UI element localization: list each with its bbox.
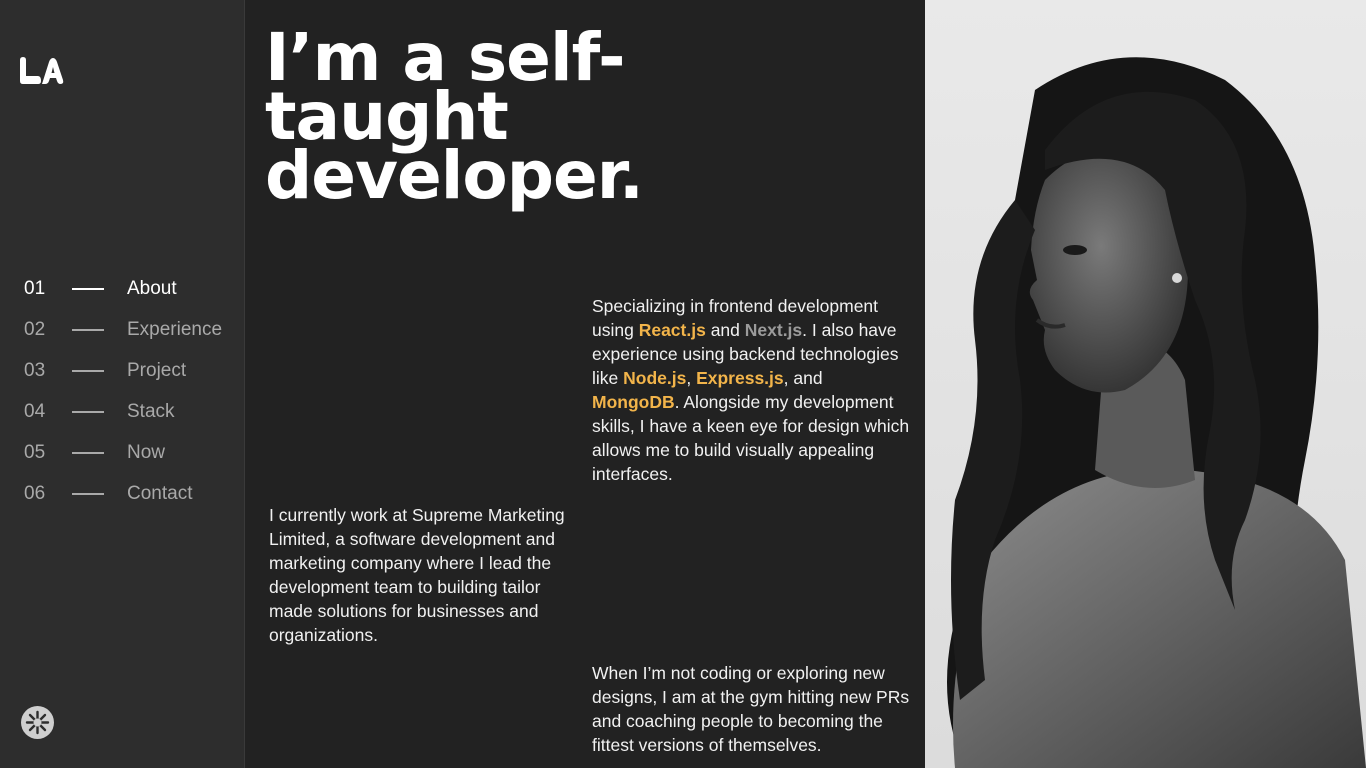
nav-label: Stack <box>127 400 175 422</box>
text-segment: and <box>705 320 745 340</box>
sidebar: 01 About 02 Experience 03 Project 04 Sta… <box>0 0 245 768</box>
nav-number: 01 <box>24 277 46 299</box>
main-nav: 01 About 02 Experience 03 Project 04 Sta… <box>24 268 239 514</box>
nav-label: Now <box>127 441 166 463</box>
nav-label: Project <box>127 359 187 381</box>
nav-number: 05 <box>24 441 46 463</box>
portrait-photo <box>925 0 1366 768</box>
highlight-express: Express.js <box>696 368 784 388</box>
nav-dash <box>72 451 104 454</box>
text-segment: , <box>686 368 697 388</box>
nav-dash <box>72 287 104 290</box>
nav-item-contact[interactable]: 06 Contact <box>24 473 239 514</box>
portrait-image <box>947 57 1366 768</box>
hobby-paragraph: When I’m not coding or exploring new des… <box>592 663 910 755</box>
text-segment: , and <box>783 368 823 388</box>
highlight-react: React.js <box>638 320 706 340</box>
work-paragraph: I currently work at Supreme Marketing Li… <box>269 505 565 645</box>
nav-label: Experience <box>127 318 223 340</box>
nav-dash <box>72 492 104 495</box>
theme-toggle-button[interactable] <box>21 706 54 739</box>
nav-number: 04 <box>24 400 46 422</box>
page-headline: I’m a self-taught developer. <box>265 19 644 214</box>
nav-item-stack[interactable]: 04 Stack <box>24 391 239 432</box>
nav-number: 03 <box>24 359 46 381</box>
nav-label: Contact <box>127 482 193 504</box>
sun-icon <box>25 710 50 735</box>
nav-dash <box>72 369 104 372</box>
nav-item-project[interactable]: 03 Project <box>24 350 239 391</box>
nav-item-about[interactable]: 01 About <box>24 268 239 309</box>
nav-label: About <box>127 277 177 299</box>
nav-item-experience[interactable]: 02 Experience <box>24 309 239 350</box>
highlight-mongodb: MongoDB <box>592 392 675 412</box>
nav-number: 06 <box>24 482 46 504</box>
la-logo-icon[interactable] <box>18 56 64 86</box>
nav-dash <box>72 410 104 413</box>
nav-item-now[interactable]: 05 Now <box>24 432 239 473</box>
nav-dash <box>72 328 104 331</box>
highlight-node: Node.js <box>623 368 687 388</box>
highlight-next: Next.js <box>744 320 803 340</box>
intro-paragraph: Specializing in frontend development usi… <box>592 294 912 486</box>
nav-number: 02 <box>24 318 46 340</box>
